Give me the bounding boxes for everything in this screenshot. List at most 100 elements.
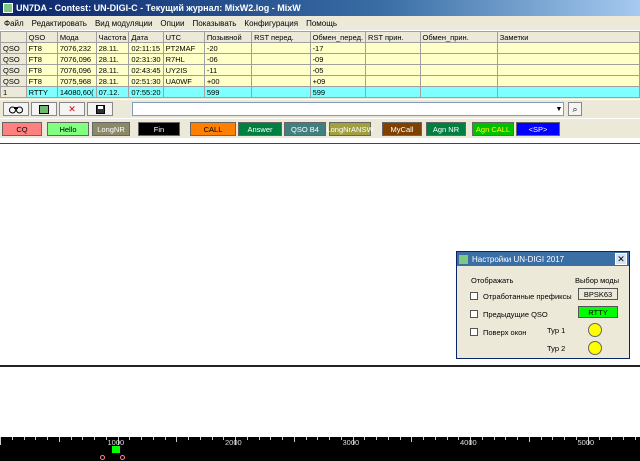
table-cell[interactable] xyxy=(365,86,421,98)
table-cell[interactable]: 07:55:20 xyxy=(128,86,164,98)
macro-button[interactable]: Agn CALL xyxy=(472,122,514,136)
table-cell[interactable]: QSO xyxy=(0,64,27,76)
table-cell[interactable] xyxy=(419,64,498,76)
panel-divider[interactable] xyxy=(0,365,640,367)
log-table[interactable]: QSO Мода Частота Дата UTC Позывной RST перед. О… xyxy=(0,31,640,98)
table-cell[interactable]: FT8 xyxy=(25,75,58,87)
table-cell[interactable] xyxy=(251,53,311,65)
table-cell[interactable]: PT2MAF xyxy=(162,42,205,54)
column-header[interactable]: UTC xyxy=(162,31,205,43)
table-cell[interactable]: 599 xyxy=(203,86,253,98)
macro-button[interactable]: CQ xyxy=(2,122,42,136)
menu-view[interactable]: Показывать xyxy=(189,19,241,28)
table-cell[interactable]: 7075,968 xyxy=(56,75,97,87)
table-cell[interactable]: +09 xyxy=(309,75,367,87)
table-cell[interactable]: -09 xyxy=(309,53,367,65)
dialog-title-bar[interactable]: Настройки UN-DIGI 2017 xyxy=(457,252,629,266)
menu-options[interactable]: Опции xyxy=(156,19,188,28)
macro-button[interactable]: <SP> xyxy=(516,122,560,136)
table-row[interactable]: QSO FT8 7076,232 28.11. 02:11:15 PT2MAF -20 -17 xyxy=(0,42,640,54)
binoculars-icon[interactable] xyxy=(3,102,29,116)
table-cell[interactable]: QSO xyxy=(0,75,27,87)
table-cell[interactable]: QSO xyxy=(0,53,27,65)
table-cell[interactable]: 28.11. xyxy=(95,75,130,87)
menu-mode[interactable]: Вид модуляции xyxy=(91,19,156,28)
search-icon[interactable]: ⌕ xyxy=(568,102,582,116)
bpsk63-button[interactable]: BPSK63 xyxy=(578,288,618,300)
frequency-scale[interactable]: 1000 2000 3000 4000 5000 xyxy=(0,437,640,461)
table-cell[interactable] xyxy=(365,75,421,87)
macro-button[interactable]: Agn NR xyxy=(426,122,466,136)
column-header[interactable]: QSO xyxy=(25,31,58,43)
table-cell[interactable] xyxy=(365,64,421,76)
column-header[interactable]: Дата xyxy=(128,31,164,43)
table-cell[interactable]: FT8 xyxy=(25,42,58,54)
table-cell[interactable]: R7HL xyxy=(162,53,205,65)
table-cell[interactable] xyxy=(419,75,498,87)
table-row[interactable]: QSO FT8 7076,096 28.11. 02:43:45 UY2IS -11 -05 xyxy=(0,64,640,76)
table-cell[interactable]: -11 xyxy=(203,64,253,76)
table-cell[interactable]: UY2IS xyxy=(162,64,205,76)
table-cell[interactable] xyxy=(251,86,311,98)
rx-frequency-marker[interactable] xyxy=(120,455,125,460)
table-cell[interactable]: 599 xyxy=(309,86,367,98)
table-cell[interactable]: 28.11. xyxy=(95,42,130,54)
table-cell[interactable]: -20 xyxy=(203,42,253,54)
macro-button[interactable]: Hello xyxy=(47,122,89,136)
prefix-checkbox[interactable] xyxy=(470,292,478,300)
map-icon[interactable] xyxy=(31,102,57,116)
menu-config[interactable]: Конфигурация xyxy=(240,19,302,28)
macro-button[interactable]: LongNR xyxy=(92,122,130,136)
menu-file[interactable]: Файл xyxy=(0,19,28,28)
table-cell[interactable] xyxy=(365,53,421,65)
table-cell[interactable]: FT8 xyxy=(25,64,58,76)
prev-qso-checkbox[interactable] xyxy=(470,310,478,318)
column-header[interactable]: Обмен_перед. xyxy=(309,31,367,43)
column-header[interactable]: Мода xyxy=(56,31,97,43)
table-cell[interactable]: -17 xyxy=(309,42,367,54)
table-cell[interactable]: 7076,232 xyxy=(56,42,97,54)
table-cell[interactable]: 02:51:30 xyxy=(128,75,164,87)
table-cell[interactable]: 7076,096 xyxy=(56,53,97,65)
macro-button[interactable]: LongNrANSW xyxy=(326,122,374,136)
table-row[interactable]: QSO FT8 7075,968 28.11. 02:51:30 UA0WF +00 +09 xyxy=(0,75,640,87)
delete-icon[interactable]: ✕ xyxy=(59,102,85,116)
tx-frequency-marker[interactable] xyxy=(112,446,120,453)
column-header[interactable]: Частота xyxy=(95,31,130,43)
table-cell[interactable]: -05 xyxy=(309,64,367,76)
table-cell[interactable]: 02:11:15 xyxy=(128,42,164,54)
table-cell[interactable]: UA0WF xyxy=(162,75,205,87)
table-cell[interactable] xyxy=(365,42,421,54)
table-cell[interactable]: 1 xyxy=(0,86,27,98)
log-grid[interactable]: QSO Мода Частота Дата UTC Позывной RST перед. О… xyxy=(0,31,640,99)
table-cell[interactable] xyxy=(419,86,498,98)
rtty-button[interactable]: RTTY xyxy=(578,306,618,318)
table-row[interactable]: QSO FT8 7076,096 28.11. 02:31:30 R7HL -06 -09 xyxy=(0,53,640,65)
table-cell[interactable]: FT8 xyxy=(25,53,58,65)
table-cell[interactable]: 28.11. xyxy=(95,53,130,65)
call-input[interactable] xyxy=(132,102,564,116)
table-cell[interactable] xyxy=(419,42,498,54)
table-row[interactable]: 1 RTTY 14080,60(07.12. 07:55:20 599 599 xyxy=(0,86,640,98)
macro-button[interactable]: QSO B4 xyxy=(284,122,326,136)
table-cell[interactable]: 07.12. xyxy=(95,86,130,98)
table-cell[interactable]: 28.11. xyxy=(95,64,130,76)
menu-edit[interactable]: Редактировать xyxy=(28,19,91,28)
chevron-down-icon[interactable]: ▼ xyxy=(554,103,564,115)
macro-button[interactable]: Fin xyxy=(138,122,180,136)
table-cell[interactable]: QSO xyxy=(0,42,27,54)
save-icon[interactable] xyxy=(87,102,113,116)
table-cell[interactable] xyxy=(251,42,311,54)
macro-button[interactable]: Answer xyxy=(238,122,282,136)
table-cell[interactable]: 7076,096 xyxy=(56,64,97,76)
table-cell[interactable]: 14080,60( xyxy=(56,86,97,98)
menu-help[interactable]: Помощь xyxy=(302,19,341,28)
macro-button[interactable]: CALL xyxy=(190,122,236,136)
column-header[interactable]: RST прин. xyxy=(365,31,421,43)
close-icon[interactable]: ✕ xyxy=(615,253,627,265)
table-cell[interactable] xyxy=(251,75,311,87)
table-cell[interactable] xyxy=(162,86,205,98)
column-header[interactable]: Обмен_прин. xyxy=(419,31,498,43)
column-header[interactable]: RST перед. xyxy=(251,31,311,43)
table-cell[interactable]: +00 xyxy=(203,75,253,87)
